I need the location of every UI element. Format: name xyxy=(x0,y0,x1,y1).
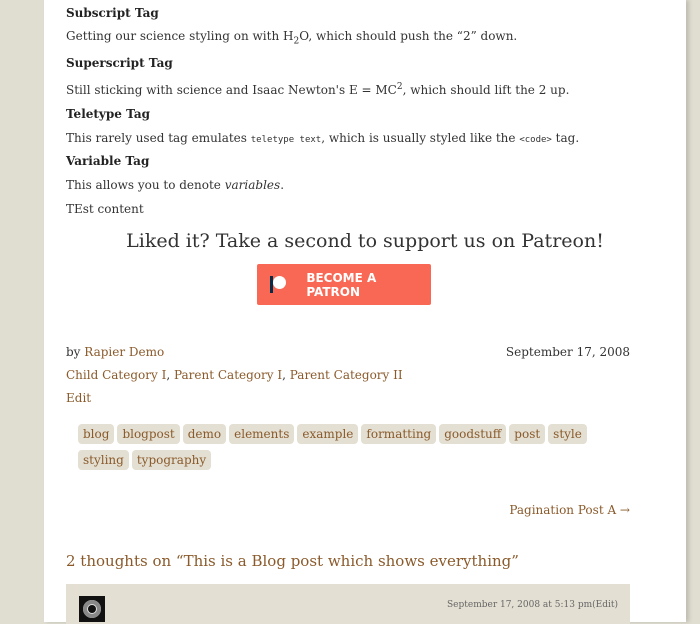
tag-elements[interactable]: elements xyxy=(229,424,295,444)
subscript-text-before: Getting our science styling on with H xyxy=(66,29,294,43)
category-link-parent-category-ii[interactable]: Parent Category II xyxy=(290,368,403,382)
become-a-patron-button[interactable]: BECOME A PATRON xyxy=(257,264,431,305)
teletype-text-after: tag. xyxy=(551,131,580,145)
tag-cloud: blog blogpost demo elements example formattin… xyxy=(78,423,638,475)
comment-permalink[interactable]: September 17, 2008 at 5:13 pm xyxy=(447,600,592,610)
author-link[interactable]: Rapier Demo xyxy=(84,345,164,359)
tag-goodstuff[interactable]: goodstuff xyxy=(439,424,507,444)
become-a-patron-label: BECOME A PATRON xyxy=(306,270,377,299)
category-list: Child Category I, Parent Category I, Par… xyxy=(66,368,403,382)
tag-styling[interactable]: styling xyxy=(78,450,129,470)
tag-blogpost[interactable]: blogpost xyxy=(117,424,180,444)
edit-post-link[interactable]: Edit xyxy=(66,391,91,405)
variable-sample: variables xyxy=(224,178,281,192)
tag-example[interactable]: example xyxy=(297,424,359,444)
teletype-text-middle: , which is usually styled like the xyxy=(321,131,520,145)
superscript-text-after: , which should lift the 2 up. xyxy=(402,83,570,97)
comments-title: 2 thoughts on “This is a Blog post which… xyxy=(66,552,519,570)
tag-typography[interactable]: typography xyxy=(131,450,212,470)
patreon-heading: Liked it? Take a second to support us on… xyxy=(126,230,604,252)
category-link-child-category-i[interactable]: Child Category I xyxy=(66,368,166,382)
category-link-parent-category-i[interactable]: Parent Category I xyxy=(174,368,282,382)
tag-formatting[interactable]: formatting xyxy=(361,424,437,444)
teletype-heading: Teletype Tag xyxy=(66,107,151,121)
comment-item: September 17, 2008 at 5:13 pm(Edit) xyxy=(66,584,630,624)
teletype-paragraph: This rarely used tag emulates teletype t… xyxy=(66,131,579,145)
avatar xyxy=(79,596,105,622)
by-label: by xyxy=(66,345,85,359)
subscript-heading: Subscript Tag xyxy=(66,6,159,20)
superscript-heading: Superscript Tag xyxy=(66,56,173,70)
subscript-text-after: O, which should push the “2” down. xyxy=(299,29,518,43)
variable-paragraph: This allows you to denote variables. xyxy=(66,178,284,192)
subscript-paragraph: Getting our science styling on with H2O,… xyxy=(66,29,517,46)
superscript-text-before: Still sticking with science and Isaac Ne… xyxy=(66,83,397,97)
main-content-panel: Subscript Tag Getting our science stylin… xyxy=(44,0,686,624)
post-author-line: by Rapier Demo xyxy=(66,345,164,359)
variable-heading: Variable Tag xyxy=(66,154,150,168)
comment-edit-link[interactable]: (Edit) xyxy=(592,600,618,610)
post-date: September 17, 2008 xyxy=(505,345,630,359)
variable-text-before: This allows you to denote xyxy=(66,178,225,192)
code-sample: <code> xyxy=(519,135,552,145)
tag-blog[interactable]: blog xyxy=(78,424,115,444)
next-post-link[interactable]: Pagination Post A → xyxy=(509,503,630,517)
comment-date: September 17, 2008 at 5:13 pm(Edit) xyxy=(447,600,618,610)
teletype-text-before: This rarely used tag emulates xyxy=(66,131,251,145)
superscript-paragraph: Still sticking with science and Isaac Ne… xyxy=(66,82,569,97)
tag-style[interactable]: style xyxy=(548,424,587,444)
test-content-paragraph: TEst content xyxy=(66,202,144,216)
tag-post[interactable]: post xyxy=(509,424,546,444)
tag-demo[interactable]: demo xyxy=(182,424,227,444)
patreon-logo-icon xyxy=(267,264,294,305)
teletype-sample: teletype text xyxy=(250,135,322,145)
variable-text-after: . xyxy=(280,178,285,192)
